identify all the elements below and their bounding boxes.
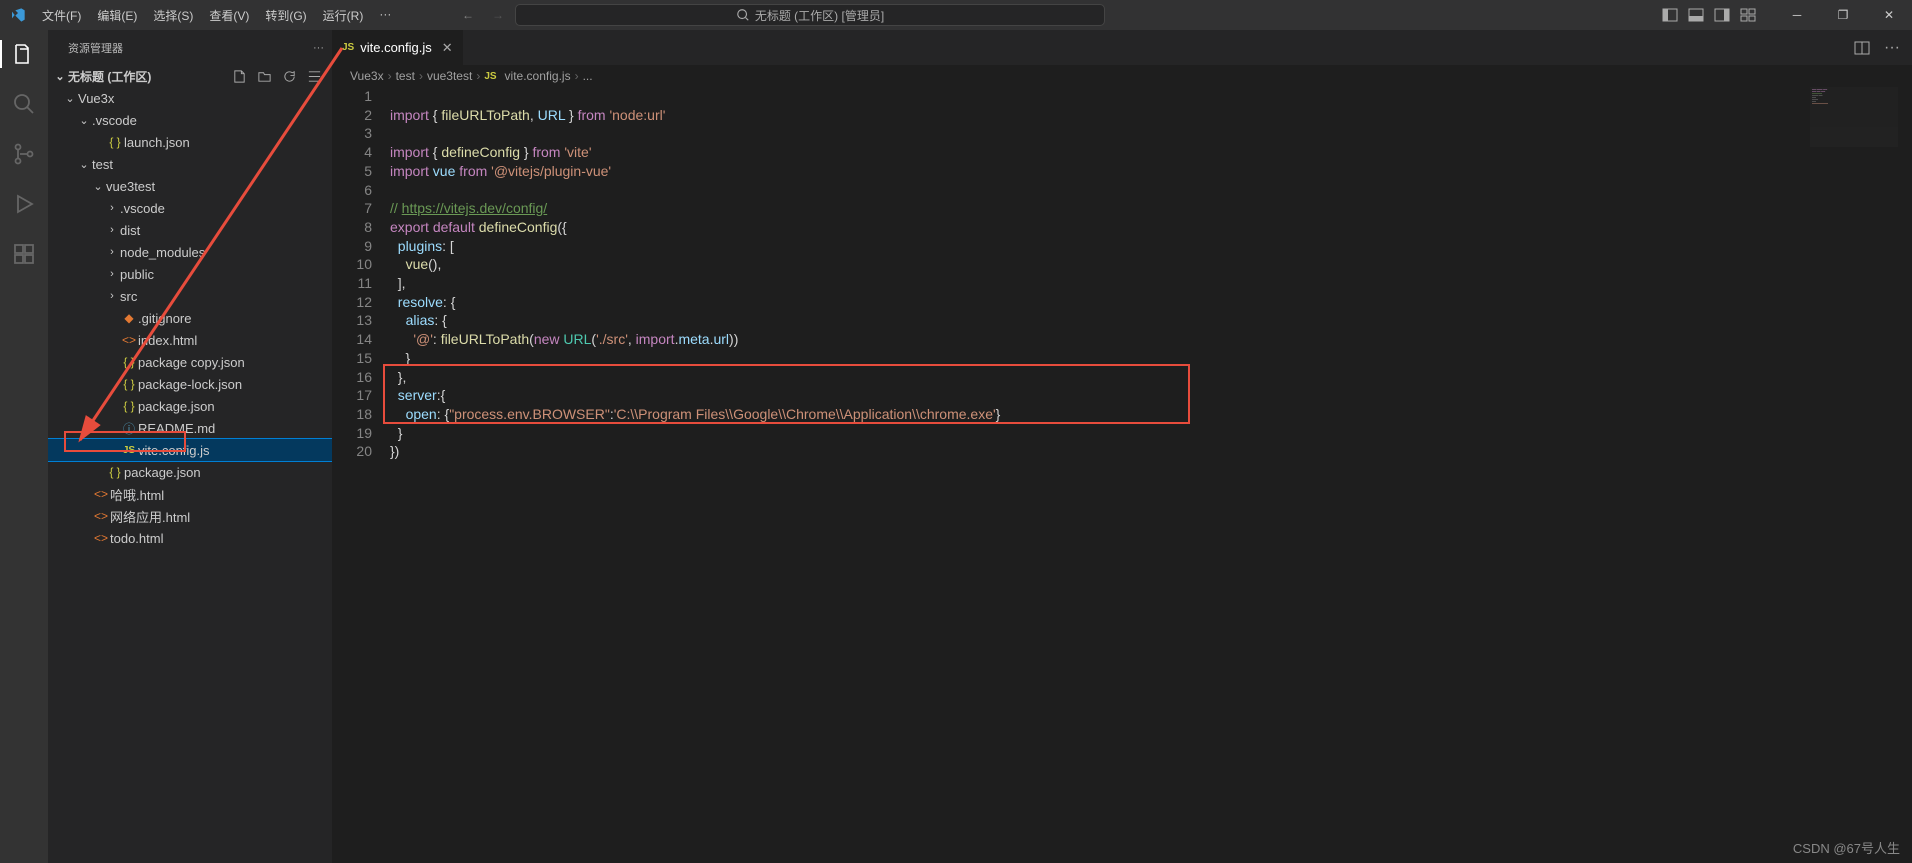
tree-item[interactable]: ⌄test <box>48 153 332 175</box>
menu-bar: 文件(F)编辑(E)选择(S)查看(V)转到(G)运行(R)··· <box>35 3 398 28</box>
title-bar: 文件(F)编辑(E)选择(S)查看(V)转到(G)运行(R)··· ← → 无标… <box>0 0 1912 30</box>
workspace-header[interactable]: ⌄无标题 (工作区) <box>48 65 332 87</box>
minimap[interactable]: ▬▬ ▬▬▬ ▬▬▬▬ ▬▬ ▬▬▬▬▬▬▬▬▬▬ ▬▬ ▬▬ ▬▬▬ ▬▬ ▬… <box>1810 87 1898 147</box>
run-debug-icon[interactable] <box>0 190 48 218</box>
breadcrumb-item[interactable]: test <box>396 69 415 83</box>
menu-item[interactable]: ··· <box>372 3 398 28</box>
breadcrumb-item[interactable]: ... <box>583 69 593 83</box>
tree-item[interactable]: ⌄Vue3x <box>48 87 332 109</box>
tree-item[interactable]: ◆.gitignore <box>48 307 332 329</box>
tree-item[interactable]: JSvite.config.js <box>48 439 332 461</box>
breadcrumb-item[interactable]: Vue3x <box>350 69 384 83</box>
collapse-icon[interactable] <box>307 69 322 84</box>
nav-arrows[interactable]: ← → <box>462 8 504 22</box>
tab-close-icon[interactable]: ✕ <box>442 40 453 56</box>
workspace-label: 无标题 (工作区) <box>68 68 151 85</box>
tree-item[interactable]: ›.vscode <box>48 197 332 219</box>
tree-item[interactable]: { }package.json <box>48 395 332 417</box>
vscode-logo-icon <box>0 7 35 23</box>
layout-bottom-icon[interactable] <box>1688 7 1704 23</box>
sidebar-header: 资源管理器 ··· <box>48 30 332 65</box>
layout-right-icon[interactable] <box>1714 7 1730 23</box>
close-button[interactable]: ✕ <box>1866 0 1912 30</box>
tree-item[interactable]: ⌄.vscode <box>48 109 332 131</box>
command-center-label: 无标题 (工作区) [管理员] <box>755 7 884 24</box>
new-folder-icon[interactable] <box>257 69 272 84</box>
menu-item[interactable]: 选择(S) <box>146 3 200 28</box>
code-content[interactable]: import { fileURLToPath, URL } from 'node… <box>390 87 1912 863</box>
tree-item[interactable]: ›dist <box>48 219 332 241</box>
sidebar-title: 资源管理器 <box>68 40 123 56</box>
minimize-button[interactable]: ─ <box>1774 0 1820 30</box>
breadcrumb-item[interactable]: vue3test <box>427 69 472 83</box>
watermark: CSDN @67号人生 <box>1793 838 1900 857</box>
tree-item[interactable]: ›public <box>48 263 332 285</box>
file-tree: ⌄Vue3x⌄.vscode{ }launch.json⌄test⌄vue3te… <box>48 87 332 863</box>
search-icon <box>736 8 750 22</box>
sidebar-more-icon[interactable]: ··· <box>313 42 324 54</box>
breadcrumbs[interactable]: Vue3x›test›vue3test›JSvite.config.js›... <box>332 65 1912 87</box>
tree-item[interactable]: ›node_modules <box>48 241 332 263</box>
tree-item[interactable]: ›src <box>48 285 332 307</box>
split-editor-icon[interactable] <box>1854 40 1870 56</box>
layout-left-icon[interactable] <box>1662 7 1678 23</box>
source-control-icon[interactable] <box>0 140 48 168</box>
menu-item[interactable]: 文件(F) <box>35 3 88 28</box>
tree-item[interactable]: <>网络应用.html <box>48 505 332 527</box>
tab-more-icon[interactable]: ··· <box>1884 39 1900 57</box>
editor-tabs: JS vite.config.js ✕ ··· <box>332 30 1912 65</box>
command-center[interactable]: 无标题 (工作区) [管理员] <box>515 4 1105 26</box>
tree-item[interactable]: <>哈哦.html <box>48 483 332 505</box>
menu-item[interactable]: 转到(G) <box>258 3 313 28</box>
new-file-icon[interactable] <box>232 69 247 84</box>
tab-viteconfig[interactable]: JS vite.config.js ✕ <box>332 30 464 65</box>
tree-item[interactable]: <>todo.html <box>48 527 332 549</box>
explorer-icon[interactable] <box>0 40 48 68</box>
layout-icons[interactable] <box>1662 7 1756 23</box>
tree-item[interactable]: ⌄vue3test <box>48 175 332 197</box>
menu-item[interactable]: 查看(V) <box>202 3 256 28</box>
extensions-icon[interactable] <box>0 240 48 268</box>
layout-custom-icon[interactable] <box>1740 7 1756 23</box>
tree-item[interactable]: { }package copy.json <box>48 351 332 373</box>
tree-item[interactable]: <>index.html <box>48 329 332 351</box>
tab-label: vite.config.js <box>360 40 432 55</box>
window-controls: ─ ❐ ✕ <box>1774 0 1912 30</box>
search-icon[interactable] <box>0 90 48 118</box>
tree-item[interactable]: { }package-lock.json <box>48 373 332 395</box>
refresh-icon[interactable] <box>282 69 297 84</box>
editor-area: JS vite.config.js ✕ ··· Vue3x›test›vue3t… <box>332 30 1912 863</box>
nav-back-icon[interactable]: ← <box>462 8 474 22</box>
js-icon: JS <box>342 42 354 53</box>
tree-item[interactable]: { }package.json <box>48 461 332 483</box>
line-numbers: 1234567891011121314151617181920 <box>332 87 390 863</box>
tree-item[interactable]: ⓘREADME.md <box>48 417 332 439</box>
sidebar: 资源管理器 ··· ⌄无标题 (工作区) ⌄Vue3x⌄.vscode{ }la… <box>48 30 332 863</box>
breadcrumb-item[interactable]: vite.config.js <box>505 69 571 83</box>
maximize-button[interactable]: ❐ <box>1820 0 1866 30</box>
menu-item[interactable]: 编辑(E) <box>90 3 144 28</box>
nav-fwd-icon[interactable]: → <box>492 8 504 22</box>
tree-item[interactable]: { }launch.json <box>48 131 332 153</box>
activity-bar <box>0 30 48 863</box>
menu-item[interactable]: 运行(R) <box>316 3 371 28</box>
